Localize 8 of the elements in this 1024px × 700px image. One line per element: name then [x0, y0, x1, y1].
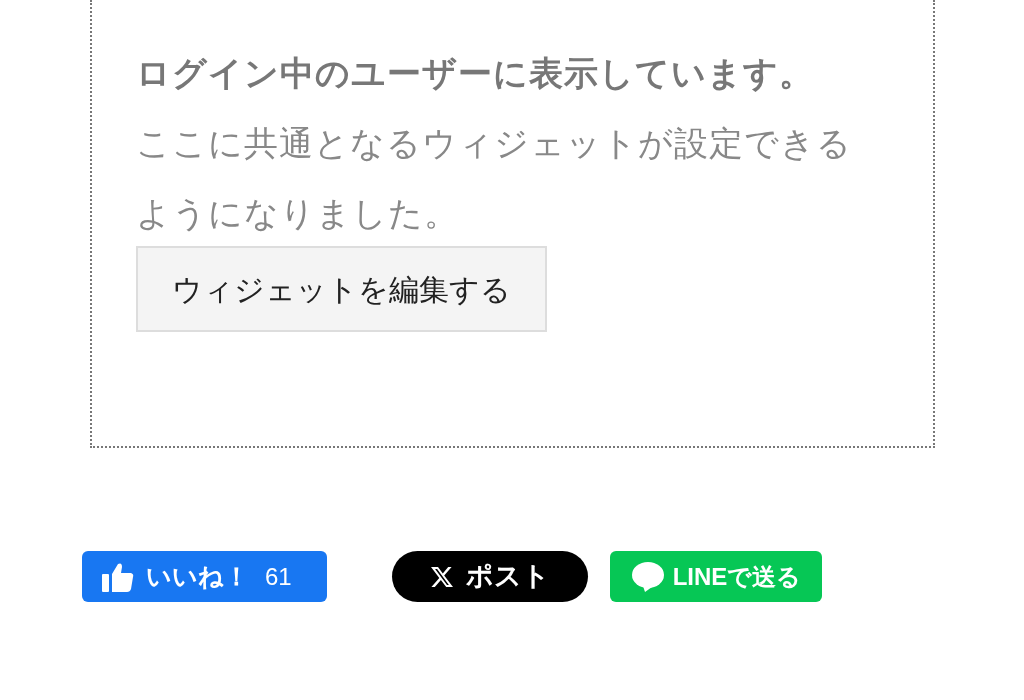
x-icon [430, 564, 454, 589]
thumbs-up-icon [102, 561, 134, 592]
like-button[interactable]: いいね！ 61 [82, 551, 327, 602]
widget-description: ここに共通となるウィジェットが設定できるようになりました。 [136, 123, 853, 234]
chat-bubble-icon [630, 560, 665, 593]
post-button[interactable]: ポスト [392, 551, 588, 602]
edit-widget-button[interactable]: ウィジェットを編集する [136, 246, 547, 332]
widget-heading: ログイン中のユーザーに表示しています。 [136, 53, 815, 94]
